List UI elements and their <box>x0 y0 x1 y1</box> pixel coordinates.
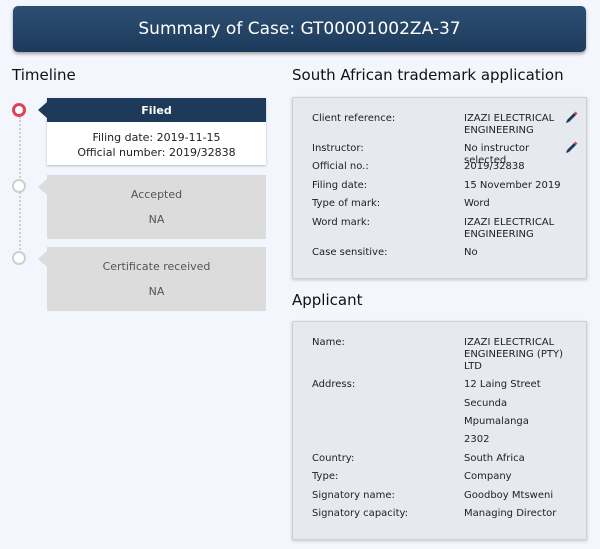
detail-label: Filing date: <box>312 180 368 191</box>
timeline-card-filed: Filed Filing date: 2019-11-15 Official n… <box>38 98 266 165</box>
detail-label: Type of mark: <box>312 198 381 209</box>
trademark-details-panel: Client reference: IZAZI ELECTRICAL ENGIN… <box>292 97 587 279</box>
timeline-heading: Timeline <box>12 66 76 84</box>
detail-label: Client reference: <box>312 113 396 124</box>
timeline-card-accepted: Accepted NA <box>38 175 266 239</box>
card-pointer <box>38 179 47 195</box>
detail-label: Address: <box>312 379 356 390</box>
pencil-icon[interactable] <box>564 139 578 153</box>
filing-date-text: Filing date: 2019-11-15 <box>92 131 221 144</box>
certificate-value: NA <box>148 285 165 298</box>
detail-value: Secunda <box>464 398 508 409</box>
detail-label: Name: <box>312 337 345 348</box>
detail-value: IZAZI ELECTRICAL ENGINEERING <box>464 217 555 240</box>
detail-value: 15 November 2019 <box>464 180 561 191</box>
detail-label: Word mark: <box>312 217 371 228</box>
detail-value: 2019/32838 <box>464 161 525 172</box>
detail-value: IZAZI ELECTRICAL ENGINEERING (PTY) LTD <box>464 337 563 372</box>
applicant-details-panel: Name: IZAZI ELECTRICAL ENGINEERING (PTY)… <box>292 321 587 540</box>
detail-label: Signatory capacity: <box>312 508 409 519</box>
card-pointer <box>38 251 47 267</box>
certificate-status-label: Certificate received <box>102 260 211 273</box>
detail-value: Managing Director <box>464 508 557 519</box>
accepted-value: NA <box>148 213 165 226</box>
page-title: Summary of Case: GT00001002ZA-37 <box>138 19 461 39</box>
detail-label: Signatory name: <box>312 490 395 501</box>
detail-label: Case sensitive: <box>312 247 388 258</box>
applicant-section-heading: Applicant <box>292 291 363 309</box>
detail-label: Type: <box>312 471 339 482</box>
official-number-text: Official number: 2019/32838 <box>77 146 236 159</box>
detail-value: 2302 <box>464 434 490 445</box>
detail-value: South Africa <box>464 453 525 464</box>
pencil-icon[interactable] <box>564 109 578 123</box>
timeline-node-accepted <box>12 179 26 193</box>
timeline-card-certificate: Certificate received NA <box>38 247 266 311</box>
detail-value: Goodboy Mtsweni <box>464 490 554 501</box>
detail-value: Word <box>464 198 490 209</box>
accepted-status-label: Accepted <box>130 188 183 201</box>
card-pointer <box>38 102 47 118</box>
detail-value: No <box>464 247 478 258</box>
detail-value: Mpumalanga <box>464 416 529 427</box>
detail-label: Country: <box>312 453 355 464</box>
filed-status-bar: Filed <box>47 98 266 122</box>
detail-label: Official no.: <box>312 161 369 172</box>
detail-value: IZAZI ELECTRICAL ENGINEERING <box>464 113 555 136</box>
trademark-section-heading: South African trademark application <box>292 66 564 84</box>
detail-label: Instructor: <box>312 143 364 154</box>
case-summary-header: Summary of Case: GT00001002ZA-37 <box>13 6 586 52</box>
filed-status-label: Filed <box>141 103 172 117</box>
timeline-node-certificate <box>12 251 26 265</box>
detail-value: 12 Laing Street <box>464 379 541 390</box>
timeline-node-filed <box>12 103 26 117</box>
detail-value: Company <box>464 471 512 482</box>
